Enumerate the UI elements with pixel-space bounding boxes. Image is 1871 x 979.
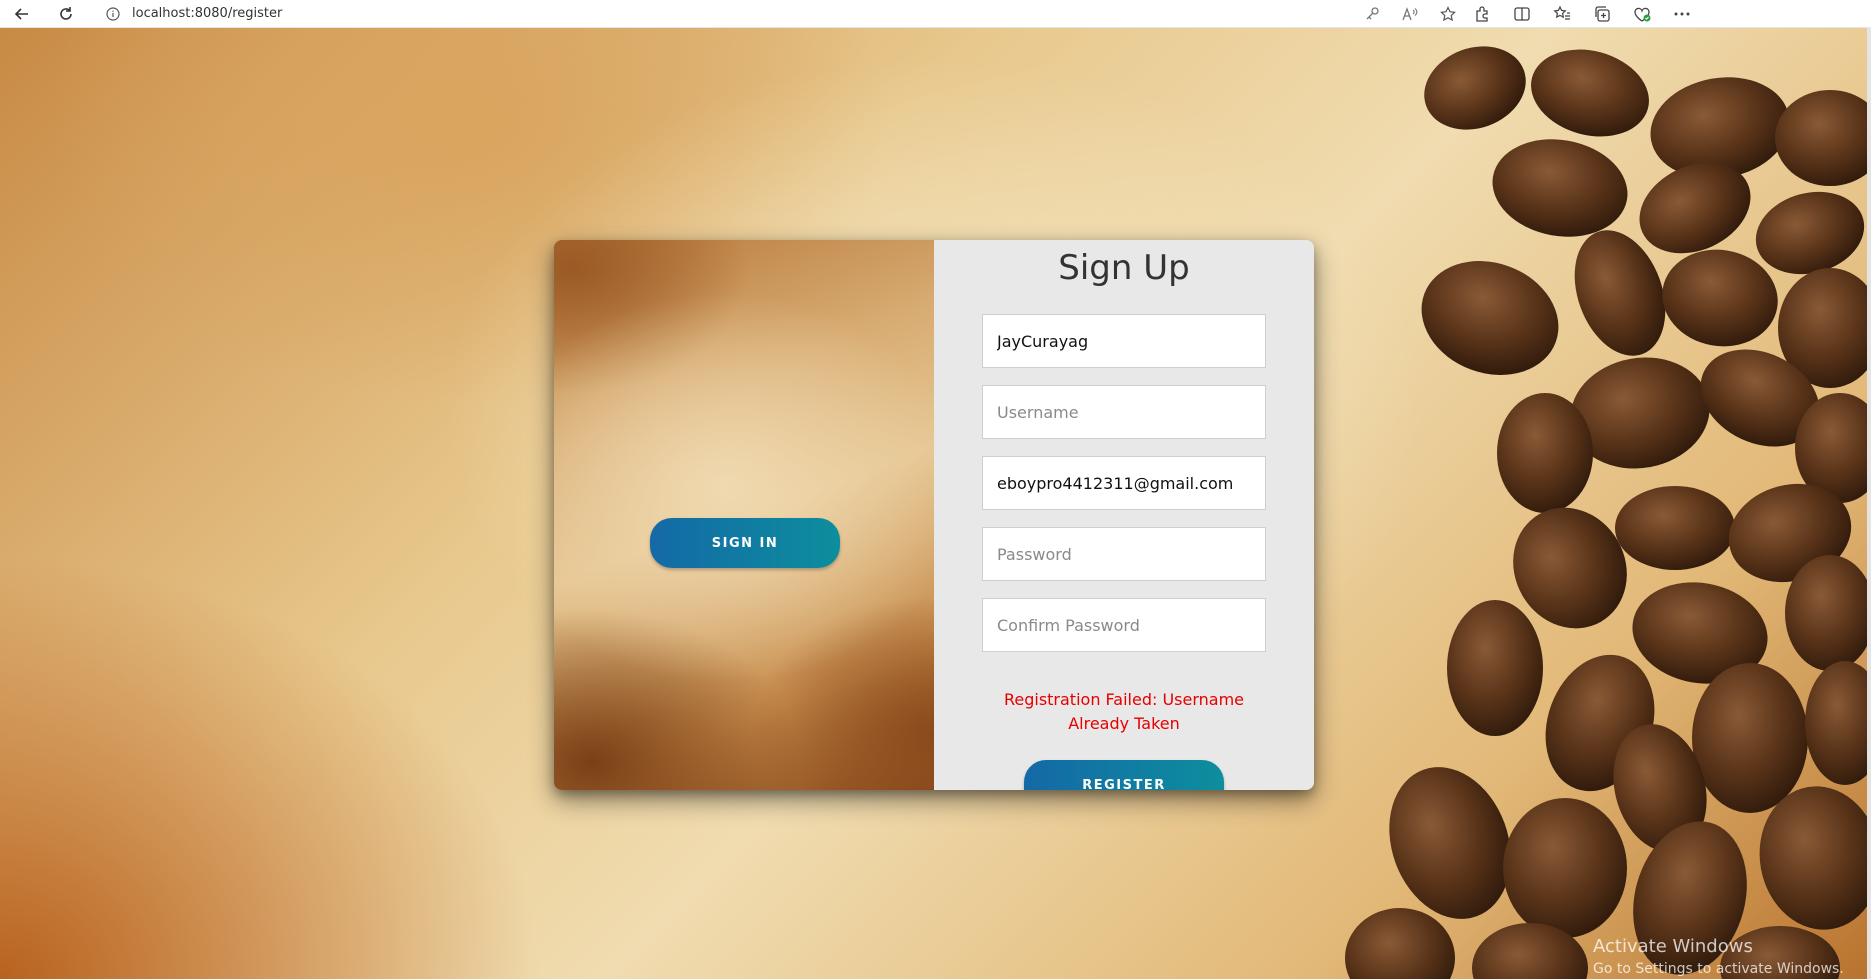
confirm-password-field[interactable] — [982, 598, 1266, 652]
key-icon[interactable] — [1362, 4, 1382, 24]
info-icon[interactable] — [106, 6, 120, 21]
arrow-left-icon — [14, 7, 28, 20]
password-field[interactable] — [982, 527, 1266, 581]
email-field[interactable] — [982, 456, 1266, 510]
browser-toolbar: localhost:8080/register — [0, 0, 1871, 28]
signup-form: Sign Up Registration Failed: Username Al… — [934, 240, 1314, 790]
split-screen-icon[interactable] — [1512, 4, 1532, 24]
collections-icon[interactable] — [1592, 4, 1612, 24]
page-title: Sign Up — [1058, 248, 1190, 288]
page-background: SIGN IN Sign Up Registration Failed: Use… — [0, 28, 1871, 979]
register-card: SIGN IN Sign Up Registration Failed: Use… — [554, 240, 1314, 790]
scrollbar-track[interactable] — [1867, 28, 1871, 979]
reload-icon — [60, 6, 72, 20]
read-aloud-icon[interactable] — [1400, 4, 1420, 24]
reload-button[interactable] — [44, 0, 88, 28]
browser-essentials-icon[interactable] — [1632, 4, 1652, 24]
username-field[interactable] — [982, 385, 1266, 439]
sign-in-button[interactable]: SIGN IN — [650, 518, 840, 568]
favorites-icon[interactable] — [1552, 4, 1572, 24]
back-button[interactable] — [0, 0, 44, 28]
address-bar[interactable]: localhost:8080/register — [92, 2, 1472, 26]
name-field[interactable] — [982, 314, 1266, 368]
error-message: Registration Failed: Username Already Ta… — [1003, 690, 1245, 733]
extensions-icon[interactable] — [1472, 4, 1492, 24]
url-text: localhost:8080/register — [132, 6, 283, 21]
register-button[interactable]: REGISTER — [1024, 760, 1224, 790]
watermark-title: Activate Windows — [1593, 936, 1753, 957]
activate-windows-watermark: Activate Windows Go to Settings to activ… — [1593, 936, 1844, 977]
more-menu-icon[interactable] — [1672, 4, 1692, 24]
favorite-star-icon[interactable] — [1438, 4, 1458, 24]
signin-panel: SIGN IN — [554, 240, 934, 790]
watermark-subtitle: Go to Settings to activate Windows. — [1593, 961, 1844, 977]
